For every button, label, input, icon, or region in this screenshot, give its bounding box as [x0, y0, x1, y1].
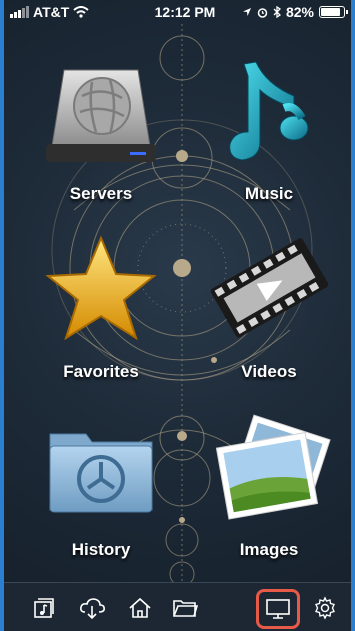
film-strip-icon: [210, 238, 329, 338]
music-library-icon: [34, 598, 54, 618]
alarm-icon: [257, 7, 268, 18]
photos-icon: [215, 414, 331, 520]
folder-icon: [173, 600, 199, 617]
images-tile[interactable]: Images: [194, 390, 344, 560]
tab-cloud-download[interactable]: [74, 591, 110, 625]
battery-percent: 82%: [285, 4, 314, 20]
clock: 12:12 PM: [154, 4, 216, 20]
servers-label: Servers: [69, 184, 133, 203]
home-icon: [129, 597, 151, 618]
hard-drive-icon: [46, 69, 156, 162]
videos-tile[interactable]: Videos: [194, 212, 344, 382]
favorites-label: Favorites: [63, 362, 139, 381]
gear-icon: [315, 596, 335, 620]
wifi-icon: [73, 6, 89, 18]
servers-tile[interactable]: Servers: [26, 34, 176, 204]
tab-settings[interactable]: [307, 591, 343, 625]
tv-screen-icon: [266, 599, 290, 619]
status-bar: AT&T 12:12 PM 82%: [4, 0, 351, 24]
history-tile[interactable]: History: [26, 390, 176, 560]
music-note-icon: [229, 61, 309, 161]
history-label: History: [71, 540, 131, 559]
images-label: Images: [239, 540, 299, 559]
signal-icon: [10, 6, 29, 18]
star-icon: [45, 235, 157, 341]
cloud-download-icon: [80, 598, 105, 620]
battery-icon: [319, 6, 348, 18]
tab-tv-screen[interactable]: [256, 589, 300, 629]
music-tile[interactable]: Music: [194, 34, 344, 204]
tab-folder[interactable]: [167, 591, 203, 625]
tab-home[interactable]: [122, 591, 158, 625]
carrier-label: AT&T: [33, 4, 70, 20]
location-icon: [242, 8, 251, 16]
history-folder-icon: [49, 433, 153, 513]
tab-music-library[interactable]: [26, 591, 62, 625]
bluetooth-icon: [273, 6, 281, 18]
app-screen: AT&T 12:12 PM 82% Servers Music Favorite…: [4, 0, 351, 631]
videos-label: Videos: [241, 362, 297, 381]
music-label: Music: [244, 184, 294, 203]
tab-bar: [4, 582, 351, 631]
favorites-tile[interactable]: Favorites: [26, 212, 176, 382]
